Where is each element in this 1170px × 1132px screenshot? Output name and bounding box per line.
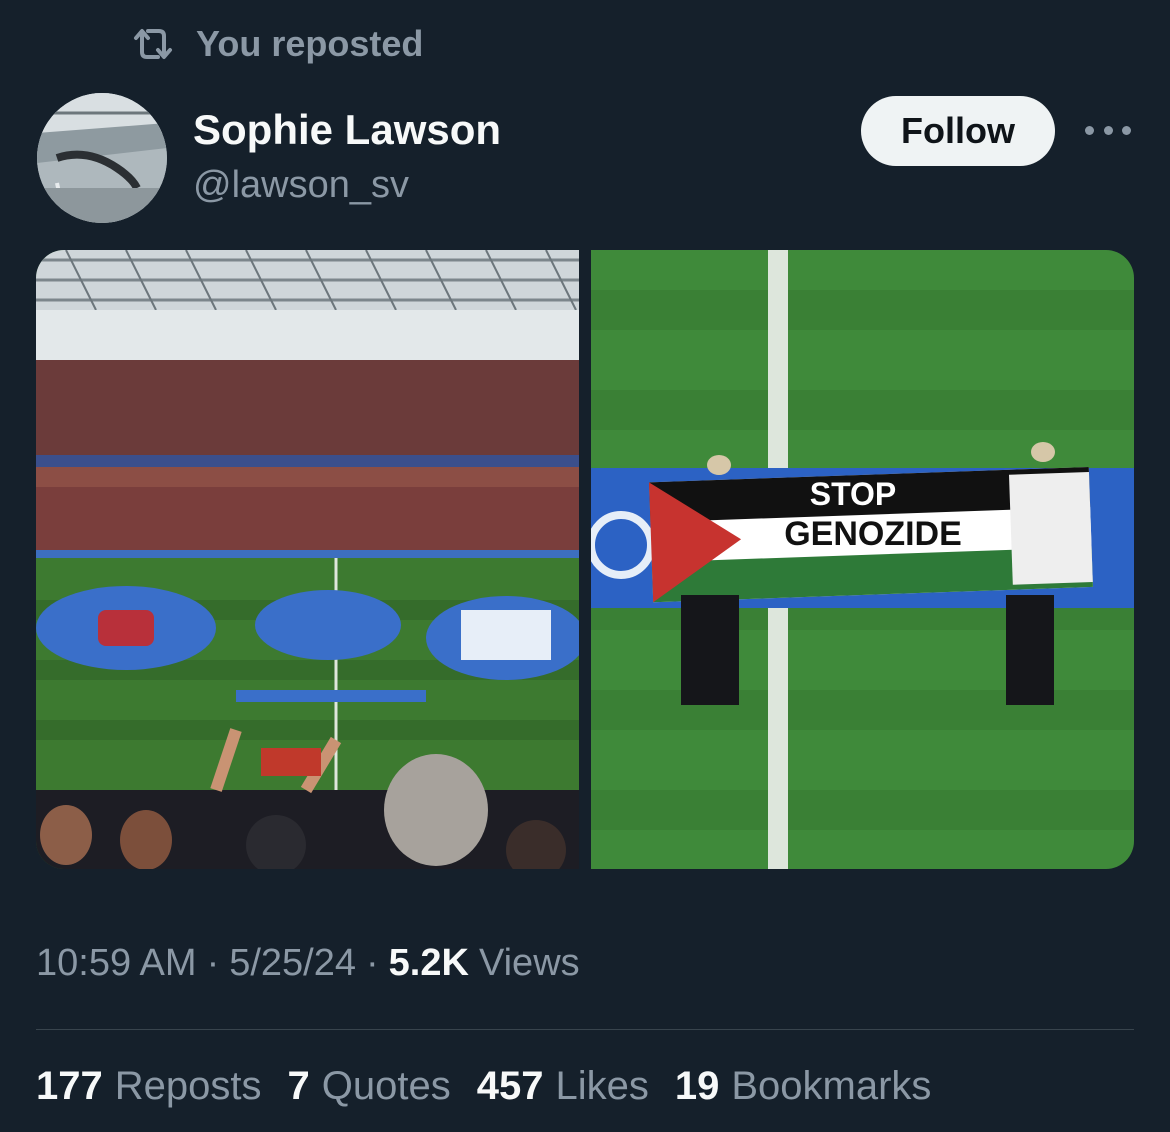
divider [36, 1029, 1134, 1030]
repost-banner: You reposted [130, 22, 423, 66]
stat-label: Likes [555, 1064, 649, 1108]
author-handle[interactable]: @lawson_sv [193, 164, 409, 207]
stat-count: 457 [476, 1064, 544, 1108]
banner-line1: STOP [810, 476, 897, 512]
stat-bookmarks[interactable]: 19 Bookmarks [675, 1064, 932, 1109]
stadium-photo[interactable] [36, 250, 579, 869]
stat-reposts[interactable]: 177 Reposts [36, 1064, 262, 1109]
stat-label: Quotes [321, 1064, 451, 1108]
views-count[interactable]: 5.2K [389, 942, 469, 985]
tweet-meta: 10:59 AM · 5/25/24 · 5.2K Views [36, 942, 580, 985]
stat-count: 19 [674, 1064, 720, 1108]
stat-label: Reposts [114, 1064, 262, 1108]
stat-quotes[interactable]: 7 Quotes [288, 1064, 451, 1109]
avatar[interactable] [37, 93, 167, 223]
author-name[interactable]: Sophie Lawson [193, 106, 501, 154]
follow-button[interactable]: Follow [861, 96, 1055, 166]
stat-count: 177 [36, 1064, 103, 1108]
media-grid: STOP GENOZIDE [36, 250, 1134, 869]
views-label: Views [478, 942, 580, 984]
more-horizontal-icon[interactable] [1085, 118, 1131, 142]
stat-count: 7 [287, 1064, 310, 1108]
meta-separator: · [206, 942, 220, 984]
banner-line2: GENOZIDE [784, 515, 962, 553]
stat-likes[interactable]: 457 Likes [477, 1064, 649, 1109]
engagement-stats: 177 Reposts 7 Quotes 457 Likes 19 Bookma… [36, 1064, 931, 1109]
repost-icon [134, 29, 172, 59]
tweet-date[interactable]: 5/25/24 [229, 942, 356, 985]
repost-banner-text: You reposted [196, 23, 424, 64]
stat-label: Bookmarks [731, 1064, 932, 1108]
tweet-time[interactable]: 10:59 AM [36, 942, 197, 985]
meta-separator: · [366, 942, 379, 984]
protest-banner-photo[interactable]: STOP GENOZIDE [591, 250, 1134, 869]
